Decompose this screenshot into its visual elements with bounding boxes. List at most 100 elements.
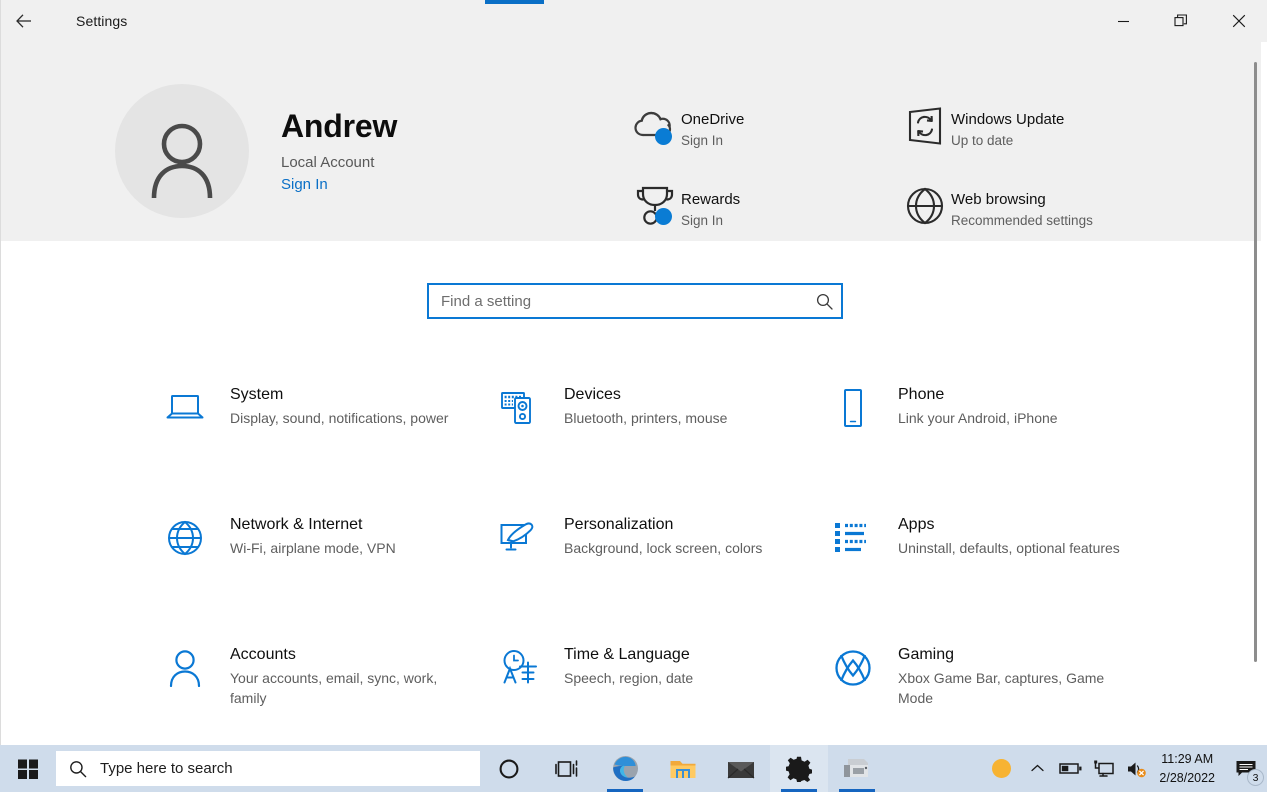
category-subtitle: Display, sound, notifications, power xyxy=(230,410,449,427)
category-subtitle: Background, lock screen, colors xyxy=(564,540,763,557)
task-view-icon[interactable] xyxy=(538,745,596,792)
clock-language-icon xyxy=(495,645,543,691)
globe-web-icon xyxy=(899,182,951,230)
search-input[interactable] xyxy=(429,292,807,310)
quick-tile-title: OneDrive xyxy=(681,111,745,128)
onedrive-cloud-icon xyxy=(629,102,681,150)
cortana-circle-icon[interactable] xyxy=(480,745,538,792)
category-subtitle: Speech, region, date xyxy=(564,670,694,687)
category-accounts[interactable]: Accounts Your accounts, email, sync, wor… xyxy=(161,641,495,745)
category-subtitle: Bluetooth, printers, mouse xyxy=(564,410,728,427)
search-magnifier-icon[interactable] xyxy=(807,285,841,317)
category-subtitle: Your accounts, email, sync, work, family xyxy=(230,670,438,707)
apps-list-icon xyxy=(829,515,877,561)
category-subtitle: Link your Android, iPhone xyxy=(898,410,1058,427)
quick-tile-subtitle: Recommended settings xyxy=(951,212,1093,228)
category-personalization[interactable]: Personalization Background, lock screen,… xyxy=(495,511,829,641)
quick-tile-subtitle: Up to date xyxy=(951,132,1014,148)
close-button[interactable] xyxy=(1210,0,1267,42)
notifications-icon[interactable]: 3 xyxy=(1225,745,1267,792)
settings-category-grid: System Display, sound, notifications, po… xyxy=(161,381,1231,745)
account-summary[interactable]: Andrew Local Account Sign In xyxy=(115,84,397,218)
quick-tile-subtitle: Sign In xyxy=(681,212,724,228)
quick-tile-subtitle: Sign In xyxy=(681,132,724,148)
taskbar-pinned-apps xyxy=(480,745,886,792)
account-name: Andrew xyxy=(281,107,398,144)
quick-tile-onedrive[interactable]: OneDrive Sign In xyxy=(629,102,899,182)
category-apps[interactable]: Apps Uninstall, defaults, optional featu… xyxy=(829,511,1163,641)
status-badge xyxy=(655,208,672,225)
header-quick-tiles: OneDrive Sign In Windows Update Up to da… xyxy=(629,102,1229,262)
status-badge xyxy=(655,128,672,145)
category-gaming[interactable]: Gaming Xbox Game Bar, captures, Game Mod… xyxy=(829,641,1163,745)
category-title: Accounts xyxy=(230,646,296,663)
category-subtitle: Uninstall, defaults, optional features xyxy=(898,540,1120,557)
account-type: Local Account xyxy=(281,154,375,172)
clock[interactable]: 11:29 AM 2/28/2022 xyxy=(1153,750,1225,786)
account-sign-in-link[interactable]: Sign In xyxy=(281,176,397,193)
vertical-scrollbar[interactable] xyxy=(1250,42,1260,745)
page-title: Settings xyxy=(76,13,128,29)
category-time-language[interactable]: Time & Language Speech, region, date xyxy=(495,641,829,745)
rewards-trophy-icon xyxy=(629,182,681,230)
clock-time: 11:29 AM xyxy=(1161,752,1214,767)
xbox-gaming-icon xyxy=(829,645,877,691)
back-arrow-icon[interactable] xyxy=(1,0,47,42)
category-title: Phone xyxy=(898,386,945,403)
category-title: Time & Language xyxy=(564,646,690,663)
minimize-button[interactable] xyxy=(1094,0,1152,42)
quick-tile-title: Rewards xyxy=(681,191,741,208)
maximize-restore-button[interactable] xyxy=(1152,0,1210,42)
mail-envelope-icon[interactable] xyxy=(712,745,770,792)
settings-body: System Display, sound, notifications, po… xyxy=(1,241,1261,745)
scrollbar-thumb[interactable] xyxy=(1254,62,1257,662)
quick-tile-title: Windows Update xyxy=(951,111,1065,128)
sun-weather-icon[interactable] xyxy=(981,745,1021,792)
settings-window: Settings Andrew Local Account Sign In On… xyxy=(0,0,1267,745)
windows-start-icon[interactable] xyxy=(0,745,56,792)
category-subtitle: Xbox Game Bar, captures, Game Mode xyxy=(898,670,1105,707)
category-title: Apps xyxy=(898,516,935,533)
category-devices[interactable]: Devices Bluetooth, printers, mouse xyxy=(495,381,829,511)
file-explorer-icon[interactable] xyxy=(654,745,712,792)
devices-printer-icon xyxy=(495,385,543,431)
laptop-system-icon xyxy=(161,385,209,431)
ethernet-monitor-icon[interactable] xyxy=(1087,745,1120,792)
volume-muted-icon[interactable] xyxy=(1120,745,1153,792)
quick-tile-windows-update[interactable]: Windows Update Up to date xyxy=(899,102,1169,182)
settings-gear-icon[interactable] xyxy=(770,745,828,792)
category-title: System xyxy=(230,386,284,403)
account-header: Andrew Local Account Sign In OneDrive Si… xyxy=(1,42,1261,241)
avatar xyxy=(115,84,249,218)
window-accent-stripe xyxy=(485,0,544,4)
windows-update-sync-icon xyxy=(899,102,951,150)
phone-icon xyxy=(829,385,877,431)
category-network-internet[interactable]: Network & Internet Wi-Fi, airplane mode,… xyxy=(161,511,495,641)
microsoft-edge-icon[interactable] xyxy=(596,745,654,792)
taskbar-search-input[interactable] xyxy=(100,760,480,777)
category-title: Personalization xyxy=(564,516,674,533)
paintbrush-personalization-icon xyxy=(495,515,543,561)
find-a-setting-wrapper xyxy=(427,283,843,319)
chevron-up-icon[interactable] xyxy=(1021,745,1054,792)
taskbar-search-box[interactable] xyxy=(56,751,480,786)
settings-app-window: Settings Andrew Local Account Sign In On… xyxy=(0,0,1267,792)
quick-tile-title: Web browsing xyxy=(951,191,1046,208)
category-title: Devices xyxy=(564,386,621,403)
category-phone[interactable]: Phone Link your Android, iPhone xyxy=(829,381,1163,511)
printer-device-icon[interactable] xyxy=(828,745,886,792)
title-bar: Settings xyxy=(1,0,1267,42)
system-tray: 11:29 AM 2/28/2022 3 xyxy=(981,745,1267,792)
notification-count-badge: 3 xyxy=(1247,769,1264,786)
category-subtitle: Wi-Fi, airplane mode, VPN xyxy=(230,540,396,557)
category-system[interactable]: System Display, sound, notifications, po… xyxy=(161,381,495,511)
battery-icon[interactable] xyxy=(1054,745,1087,792)
search-magnifier-icon xyxy=(56,760,100,778)
clock-date: 2/28/2022 xyxy=(1159,770,1215,785)
search-box[interactable] xyxy=(427,283,843,319)
globe-network-icon xyxy=(161,515,209,561)
person-accounts-icon xyxy=(161,645,209,691)
caption-buttons xyxy=(1094,0,1267,42)
category-title: Network & Internet xyxy=(230,516,363,533)
taskbar: 11:29 AM 2/28/2022 3 xyxy=(0,745,1267,792)
